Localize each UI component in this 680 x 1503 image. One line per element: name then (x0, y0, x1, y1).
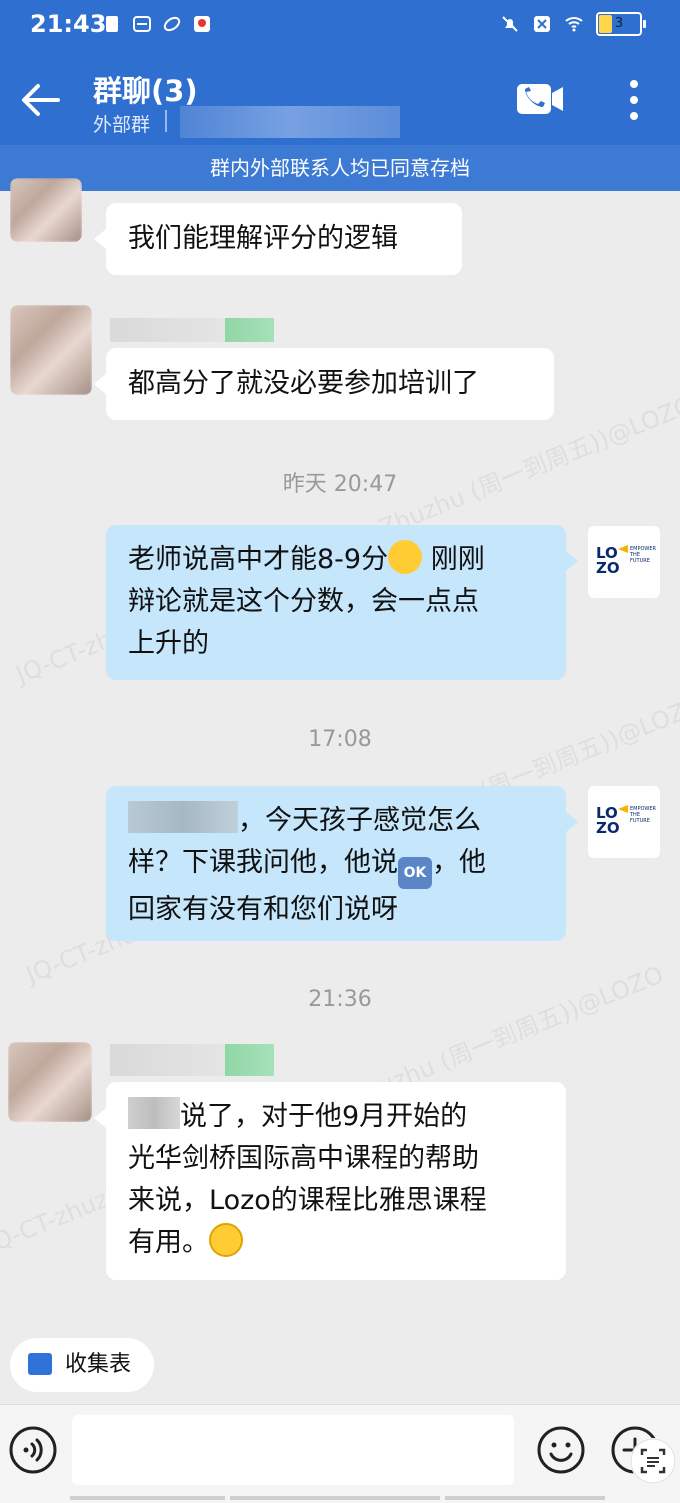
message-input-bar (0, 1404, 680, 1503)
app-notification-icon (133, 16, 151, 32)
smile-emoji-icon (209, 1223, 243, 1257)
battery-indicator: 3 (596, 12, 646, 36)
swirl-app-icon (163, 16, 181, 32)
chat-title: 群聊(3) (93, 74, 198, 108)
message-text: 光华剑桥国际高中课程的帮助 (128, 1143, 479, 1174)
battery-level: 3 (614, 16, 624, 31)
message-text: 说了，对于他9月开始的 (180, 1101, 468, 1132)
redacted-sender-name (110, 318, 274, 342)
logo-tagline: EMPOWER THE FUTURE (630, 546, 657, 564)
form-icon (28, 1353, 52, 1375)
gesture-bar (445, 1496, 605, 1500)
status-time: 21:43 (30, 10, 107, 38)
avatar[interactable] (10, 305, 92, 395)
archive-consent-banner: 群内外部联系人均已同意存档 (0, 145, 680, 191)
wifi-icon (565, 17, 583, 32)
redacted-group-name (180, 106, 400, 138)
lozo-logo-avatar[interactable]: LO ZO EMPOWER THE FUTURE (588, 526, 660, 598)
message-input[interactable] (72, 1415, 514, 1485)
message-text: 辩论就是这个分数，会一点点 (128, 586, 479, 617)
timestamp: 昨天 20:47 (282, 472, 398, 497)
message-text: 回家有没有和您们说呀 (128, 894, 398, 925)
collect-form-button[interactable]: 收集表 (10, 1338, 154, 1392)
logo-wordmark: LO ZO (596, 544, 620, 577)
gesture-bar (70, 1496, 225, 1500)
message-bubble[interactable]: 我们能理解评分的逻辑 (94, 203, 462, 275)
redacted-name (128, 1097, 180, 1129)
message-text: 刚刚 (422, 544, 485, 575)
redacted-sender-name (110, 1044, 274, 1076)
message-text: ，今天孩子感觉怎么 (238, 805, 481, 836)
redacted-name (128, 801, 238, 833)
message-bubble[interactable]: 都高分了就没必要参加培训了 (94, 348, 554, 420)
message-text: 来说，Lozo的课程比雅思课程 (128, 1185, 487, 1216)
lozo-logo-avatar[interactable]: LO ZO EMPOWER THE FUTURE (588, 786, 660, 858)
voice-input-icon[interactable] (8, 1425, 58, 1475)
logo-tagline: EMPOWER THE FUTURE (630, 806, 657, 824)
message-bubble[interactable]: 老师说高中才能8-9分 刚刚 辩论就是这个分数，会一点点 上升的 (106, 525, 578, 680)
timestamp: 17:08 (308, 727, 372, 752)
crying-laughing-emoji-icon (388, 540, 423, 574)
message-bubble[interactable]: 说了，对于他9月开始的 光华剑桥国际高中课程的帮助 来说，Lozo的课程比雅思课… (94, 1082, 566, 1280)
subtitle-divider (165, 110, 167, 132)
scan-text-icon[interactable] (630, 1438, 676, 1484)
header-bar: 21:43 3 群聊(3) 外部群 (0, 0, 680, 145)
mute-icon (502, 16, 518, 32)
status-notification-icons (102, 14, 212, 34)
message-bubble[interactable]: ，今天孩子感觉怎么 样？下课我问他，他说 OK ，他 回家有没有和您们说呀 (106, 786, 578, 941)
message-text: 有用。 (128, 1227, 209, 1258)
back-arrow-icon[interactable] (18, 80, 62, 120)
ok-emoji-icon: OK (398, 857, 432, 889)
gesture-bar (230, 1496, 440, 1500)
collect-form-label: 收集表 (65, 1352, 132, 1377)
avatar[interactable] (10, 178, 82, 242)
message-text: 都高分了就没必要参加培训了 (128, 368, 479, 399)
chat-subtitle: 外部群 (93, 114, 151, 136)
message-text: ，他 (432, 847, 486, 878)
video-call-icon[interactable] (516, 82, 564, 116)
status-system-icons: 3 (500, 12, 646, 36)
map-pin-icon (194, 16, 210, 32)
message-text: 样？下课我问他，他说 (128, 847, 398, 878)
message-text: 老师说高中才能8-9分 (128, 544, 389, 575)
logo-wordmark: LO ZO (596, 804, 620, 837)
timestamp: 21:36 (308, 987, 372, 1012)
close-box-icon (534, 16, 550, 32)
more-options-icon[interactable] (622, 78, 646, 122)
message-text: 上升的 (128, 628, 209, 659)
sim-card-icon (106, 16, 118, 32)
emoji-picker-icon[interactable] (536, 1425, 586, 1475)
message-text: 我们能理解评分的逻辑 (128, 223, 398, 254)
avatar[interactable] (8, 1042, 92, 1122)
